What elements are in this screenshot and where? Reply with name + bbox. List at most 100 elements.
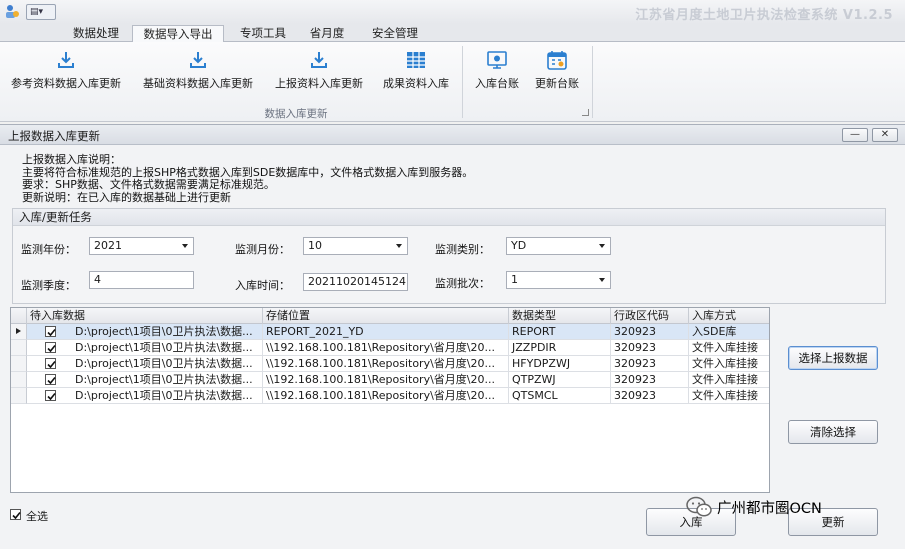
import-ledger-button[interactable]: 入库台账	[468, 46, 526, 102]
batch-select[interactable]: 1	[506, 271, 611, 289]
dialog-title: 上报数据入库更新	[8, 129, 100, 143]
pending-data-grid[interactable]: 待入库数据 存储位置 数据类型 行政区代码 入库方式 D:\project\1项…	[10, 307, 770, 493]
tab-security-management[interactable]: 安全管理	[362, 25, 428, 43]
ribbon-separator	[592, 46, 593, 118]
import-notes: 上报数据入库说明： 主要将符合标准规范的上报SHP格式数据入库到SDE数据库中，…	[22, 153, 473, 204]
column-header-code[interactable]: 行政区代码	[611, 308, 689, 324]
check-icon	[47, 328, 56, 337]
year-select[interactable]: 2021	[89, 237, 194, 255]
column-header-type[interactable]: 数据类型	[509, 308, 611, 324]
import-ledger-label: 入库台账	[475, 77, 519, 90]
result-data-import-button[interactable]: 成果资料入库	[376, 46, 456, 102]
close-button[interactable]: ✕	[872, 128, 898, 142]
column-header-location[interactable]: 存储位置	[263, 308, 509, 324]
notes-line: 要求：SHP数据、文件格式数据需要满足标准规范。	[22, 178, 275, 191]
method-cell: 入SDE库	[689, 324, 769, 340]
location-cell: \\192.168.100.181\Repository\省月度\20...	[263, 356, 509, 372]
month-value: 10	[308, 239, 322, 252]
update-ledger-label: 更新台账	[535, 77, 579, 90]
base-data-import-button[interactable]: 基础资料数据入库更新	[136, 46, 260, 102]
ribbon-tab-strip: 数据处理 数据导入导出 专项工具 省月度 安全管理	[0, 24, 905, 44]
wechat-account-label: 广州都市圈OCN	[717, 501, 822, 517]
app-title: 江苏省月度土地卫片执法检查系统 V1.2.5	[635, 8, 893, 23]
row-checkbox[interactable]	[45, 374, 56, 385]
batch-value: 1	[511, 273, 518, 286]
wechat-icon	[686, 496, 712, 517]
base-data-import-label: 基础资料数据入库更新	[143, 77, 253, 90]
row-indicator	[11, 372, 27, 388]
table-row[interactable]: D:\project\1项目\0卫片执法\数据... \\192.168.100…	[11, 388, 769, 404]
notes-heading: 上报数据入库说明：	[22, 153, 121, 166]
code-cell: 320923	[611, 388, 689, 404]
month-label: 监测月份：	[235, 243, 290, 256]
row-checkbox[interactable]	[45, 326, 56, 337]
download-icon	[190, 52, 206, 68]
quarter-field[interactable]: 4	[89, 271, 194, 289]
code-cell: 320923	[611, 356, 689, 372]
monitor-icon	[487, 51, 507, 69]
data-path: D:\project\1项目\0卫片执法\数据...	[75, 357, 253, 370]
wechat-overlay: 广州都市圈OCN	[683, 494, 893, 520]
tab-provincial-monthly[interactable]: 省月度	[300, 25, 354, 43]
select-all-box[interactable]	[10, 509, 21, 520]
table-row[interactable]: D:\project\1项目\0卫片执法\数据... \\192.168.100…	[11, 372, 769, 388]
report-data-import-button[interactable]: 上报资料入库更新	[268, 46, 370, 102]
current-row-icon	[16, 328, 21, 334]
dialog-header: 上报数据入库更新 — ✕	[0, 125, 905, 145]
table-row[interactable]: D:\project\1项目\0卫片执法\数据... \\192.168.100…	[11, 340, 769, 356]
reference-data-import-button[interactable]: 参考资料数据入库更新	[4, 46, 128, 102]
time-field[interactable]: 20211020145124	[303, 273, 408, 291]
calendar-icon	[547, 51, 567, 70]
column-header-data[interactable]: 待入库数据	[27, 308, 263, 324]
code-cell: 320923	[611, 372, 689, 388]
tab-data-processing[interactable]: 数据处理	[64, 25, 128, 43]
minimize-button[interactable]: —	[842, 128, 868, 142]
data-cell: D:\project\1项目\0卫片执法\数据...	[27, 356, 263, 372]
ribbon-panel: 参考资料数据入库更新 基础资料数据入库更新 上报资料入库更新 成果资料入库 入库…	[0, 42, 905, 122]
row-indicator	[11, 356, 27, 372]
row-indicator	[11, 324, 27, 340]
column-header-method[interactable]: 入库方式	[689, 308, 769, 324]
report-data-import-dialog: 上报数据入库更新 — ✕ 上报数据入库说明： 主要将符合标准规范的上报SHP格式…	[0, 124, 905, 549]
location-cell: REPORT_2021_YD	[263, 324, 509, 340]
check-icon	[12, 511, 21, 520]
chevron-down-icon	[396, 244, 402, 248]
group-launcher-icon[interactable]	[582, 109, 589, 116]
data-cell: D:\project\1项目\0卫片执法\数据...	[27, 372, 263, 388]
select-report-data-button[interactable]: 选择上报数据	[788, 346, 878, 370]
table-row[interactable]: D:\project\1项目\0卫片执法\数据... REPORT_2021_Y…	[11, 324, 769, 340]
notes-line: 更新说明：在已入库的数据基础上进行更新	[22, 190, 231, 204]
type-select[interactable]: YD	[506, 237, 611, 255]
ribbon-group-label: 数据入库更新	[264, 108, 328, 120]
location-cell: \\192.168.100.181\Repository\省月度\20...	[263, 388, 509, 404]
quick-access-button[interactable]: ▤▾	[26, 4, 56, 20]
location-cell: \\192.168.100.181\Repository\省月度\20...	[263, 372, 509, 388]
method-cell: 文件入库挂接	[689, 340, 769, 356]
check-icon	[47, 392, 56, 401]
data-cell: D:\project\1项目\0卫片执法\数据...	[27, 324, 263, 340]
method-cell: 文件入库挂接	[689, 372, 769, 388]
code-cell: 320923	[611, 340, 689, 356]
data-path: D:\project\1项目\0卫片执法\数据...	[75, 325, 253, 338]
data-cell: D:\project\1项目\0卫片执法\数据...	[27, 340, 263, 356]
update-ledger-button[interactable]: 更新台账	[528, 46, 586, 102]
app-logo-icon	[6, 5, 19, 18]
row-checkbox[interactable]	[45, 342, 56, 353]
task-group-box: 入库/更新任务 监测年份： 2021 监测月份： 10 监测类别： YD 监测季…	[12, 208, 886, 304]
row-checkbox[interactable]	[45, 390, 56, 401]
type-cell: HFYDPZWJ	[509, 356, 611, 372]
title-bar: ▤▾ 江苏省月度土地卫片执法检查系统 V1.2.5	[0, 0, 905, 24]
row-checkbox[interactable]	[45, 358, 56, 369]
method-cell: 文件入库挂接	[689, 388, 769, 404]
month-select[interactable]: 10	[303, 237, 408, 255]
quarter-label: 监测季度：	[21, 279, 76, 292]
type-value: YD	[511, 239, 527, 252]
data-path: D:\project\1项目\0卫片执法\数据...	[75, 373, 253, 386]
reference-data-import-label: 参考资料数据入库更新	[11, 77, 121, 90]
tab-special-tools[interactable]: 专项工具	[230, 25, 296, 43]
clear-selection-button[interactable]: 清除选择	[788, 420, 878, 444]
download-icon	[311, 52, 327, 68]
location-cell: \\192.168.100.181\Repository\省月度\20...	[263, 340, 509, 356]
table-row[interactable]: D:\project\1项目\0卫片执法\数据... \\192.168.100…	[11, 356, 769, 372]
type-label: 监测类别：	[435, 243, 490, 256]
